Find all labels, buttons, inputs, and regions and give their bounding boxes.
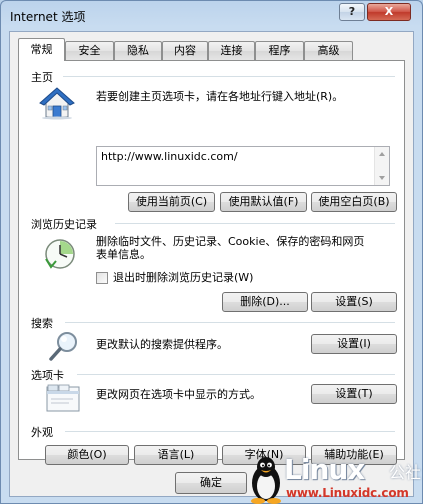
tabbed-window-icon: [46, 384, 80, 412]
delete-history-button[interactable]: 删除(D)...: [222, 292, 308, 312]
watermark-brand: Linux: [284, 453, 365, 486]
tux-penguin-logo: [251, 457, 281, 504]
history-settings-button[interactable]: 设置(S): [311, 292, 397, 312]
history-clock-icon: [45, 239, 75, 269]
appearance-separator: [65, 431, 395, 432]
languages-button[interactable]: 语言(L): [134, 445, 218, 465]
history-description-line1: 删除临时文件、历史记录、Cookie、保存的密码和网页: [96, 235, 365, 248]
ok-button[interactable]: 确定: [175, 472, 247, 494]
home-separator: [63, 76, 395, 77]
tab-general[interactable]: 常规: [18, 38, 65, 61]
window-title: Internet 选项: [10, 10, 86, 24]
home-page-box: [96, 146, 390, 186]
history-separator: [115, 223, 395, 224]
house-icon: [39, 87, 75, 120]
close-button[interactable]: X: [367, 3, 411, 21]
dialog-client-area: 常规 安全 隐私 内容 连接 程序 高级 主页 若要创建主页选项卡，请在各地址行…: [9, 31, 414, 497]
history-section-label: 浏览历史记录: [31, 218, 97, 231]
home-description: 若要创建主页选项卡，请在各地址行键入地址(R)。: [96, 90, 344, 103]
tab-privacy[interactable]: 隐私: [114, 41, 162, 60]
magnifier-icon: [49, 332, 77, 361]
watermark-brand-suffix: 公社: [389, 463, 422, 482]
search-separator: [65, 322, 395, 323]
use-current-button[interactable]: 使用当前页(C): [128, 192, 215, 212]
tab-connections[interactable]: 连接: [208, 41, 255, 60]
watermark-url: www.Linuxidc.com: [286, 486, 409, 500]
delete-on-exit-checkbox[interactable]: [96, 272, 108, 284]
title-bar[interactable]: Internet 选项 ? X: [1, 1, 422, 29]
internet-options-window: Internet 选项 ? X 常规 安全 隐私 内容 连接 程序 高级 主页: [0, 0, 423, 504]
delete-on-exit-label[interactable]: 退出时删除浏览历史记录(W): [113, 271, 253, 285]
help-button[interactable]: ?: [339, 3, 365, 21]
tab-programs[interactable]: 程序: [255, 41, 304, 60]
scroll-up-icon[interactable]: [379, 152, 385, 156]
tab-content[interactable]: 内容: [162, 41, 208, 60]
tabs-settings-button[interactable]: 设置(T): [311, 384, 397, 404]
appearance-section-label: 外观: [31, 426, 53, 439]
tabs-description: 更改网页在选项卡中显示的方式。: [96, 388, 261, 401]
home-page-scrollbar[interactable]: [374, 147, 389, 185]
use-default-button[interactable]: 使用默认值(F): [220, 192, 307, 212]
tab-security[interactable]: 安全: [65, 41, 114, 60]
general-tab-panel: 主页 若要创建主页选项卡，请在各地址行键入地址(R)。 使用当前页(C) 使用默…: [18, 60, 405, 465]
search-settings-button[interactable]: 设置(I): [311, 334, 397, 354]
tab-advanced[interactable]: 高级: [304, 41, 353, 60]
home-section-label: 主页: [31, 71, 53, 84]
home-page-url-input[interactable]: [97, 147, 375, 185]
tabs-separator: [77, 374, 395, 375]
scroll-down-icon[interactable]: [379, 176, 385, 180]
colors-button[interactable]: 颜色(O): [45, 445, 129, 465]
tabs-section-label: 选项卡: [31, 369, 64, 382]
search-description: 更改默认的搜索提供程序。: [96, 338, 228, 351]
watermark: Linux 公社 www.Linuxidc.com: [248, 453, 423, 504]
history-description-line2: 表单信息。: [96, 248, 151, 261]
use-blank-button[interactable]: 使用空白页(B): [311, 192, 397, 212]
